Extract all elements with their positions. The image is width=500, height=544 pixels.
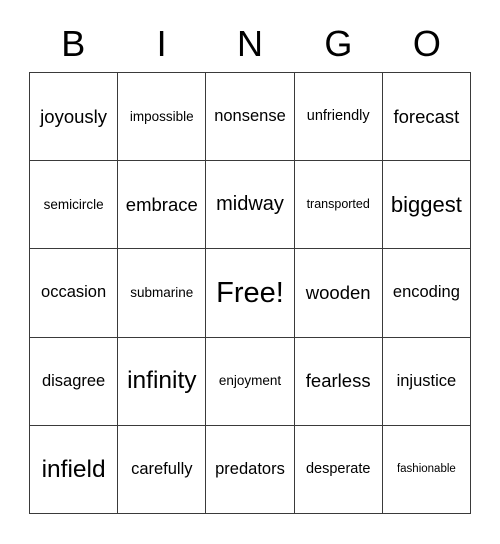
bingo-cell-label: nonsense [214,106,286,125]
header-letter-b: B [61,23,86,64]
bingo-cell-label: impossible [129,108,194,124]
bingo-cell-label: predators [215,459,285,478]
bingo-cell[interactable]: infinity [118,337,207,426]
bingo-cell-label: forecast [393,105,460,127]
bingo-cell[interactable]: embrace [118,161,207,250]
bingo-cell-label: midway [216,193,284,216]
bingo-cell[interactable]: carefully [118,425,207,514]
bingo-cell[interactable]: forecast [382,73,471,162]
bingo-cell[interactable]: infield [30,425,119,514]
bingo-cell-label: occasion [41,283,107,302]
bingo-header: B I N G O [29,16,471,72]
bingo-grid: joyously impossible nonsense unfriendly fore… [29,72,471,514]
bingo-cell-label: joyously [40,105,108,127]
bingo-cell-label: submarine [130,284,194,300]
bingo-cell[interactable]: encoding [382,249,471,338]
header-letter-g: G [324,23,353,64]
bingo-cell[interactable]: biggest [382,161,471,250]
bingo-cell[interactable]: midway [206,161,295,250]
bingo-cell[interactable]: wooden [294,249,383,338]
bingo-cell-label: fashionable [396,463,456,476]
bingo-cell-label: wooden [305,282,371,304]
bingo-cell[interactable]: submarine [118,249,207,338]
bingo-cell[interactable]: joyously [30,73,119,162]
bingo-cell[interactable]: transported [294,161,383,250]
bingo-cell-label: desperate [305,460,371,477]
bingo-cell-label: transported [306,197,370,212]
header-letter-o: O [412,23,441,64]
bingo-cell[interactable]: occasion [30,249,119,338]
bingo-cell-label: injustice [396,371,457,390]
bingo-cell-label: enjoyment [218,373,282,389]
bingo-cell-label: unfriendly [306,107,370,124]
bingo-cell[interactable]: fearless [294,337,383,426]
bingo-cell-label: Free! [216,276,284,309]
bingo-cell-label: infield [41,455,106,483]
bingo-cell-label: biggest [390,192,462,218]
bingo-card: B I N G O joyously impossible nonsense unfr… [0,0,500,544]
bingo-cell[interactable]: desperate [294,425,383,514]
header-letter-n: N [237,23,264,64]
bingo-cell-label: fearless [305,370,371,392]
bingo-cell[interactable]: unfriendly [294,73,383,162]
bingo-cell-label: encoding [392,283,460,302]
bingo-cell-label: infinity [127,367,197,395]
header-letter-i: I [156,23,167,64]
bingo-cell-label: disagree [41,371,106,390]
bingo-cell-label: carefully [131,459,193,478]
bingo-cell[interactable]: nonsense [206,73,295,162]
bingo-cell[interactable]: fashionable [382,425,471,514]
bingo-cell[interactable]: semicircle [30,161,119,250]
bingo-cell-label: semicircle [43,196,104,212]
bingo-cell[interactable]: disagree [30,337,119,426]
bingo-cell[interactable]: Free! [206,249,295,338]
bingo-cell[interactable]: injustice [382,337,471,426]
bingo-cell[interactable]: predators [206,425,295,514]
bingo-cell[interactable]: impossible [118,73,207,162]
bingo-cell[interactable]: enjoyment [206,337,295,426]
bingo-cell-label: embrace [125,194,198,216]
